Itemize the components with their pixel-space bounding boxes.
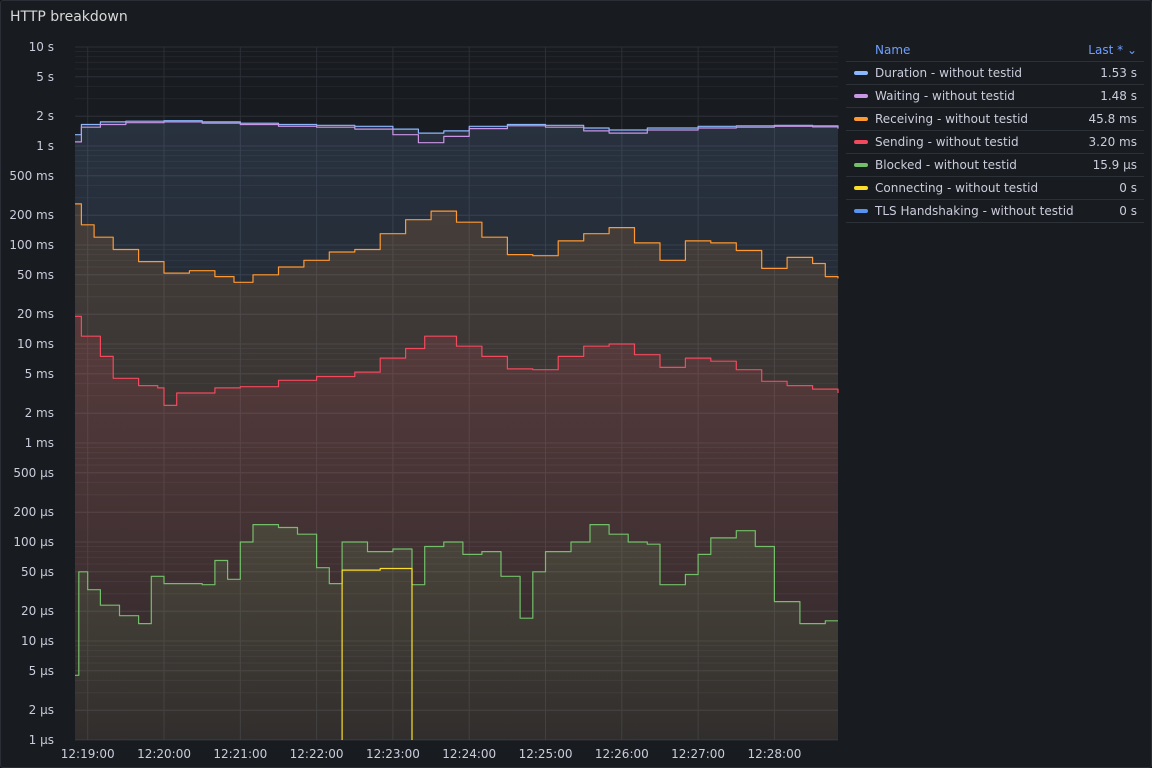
- y-tick-label: 10 ms: [17, 337, 54, 351]
- x-tick-label: 12:22:00: [290, 747, 344, 761]
- series-color-swatch: [854, 163, 868, 167]
- legend-item-last-value: 15.9 µs: [1092, 158, 1137, 172]
- legend-item[interactable]: Duration - without testid 1.53 s: [846, 62, 1144, 85]
- x-tick-label: 12:28:00: [747, 747, 801, 761]
- x-tick-label: 12:25:00: [519, 747, 573, 761]
- y-tick-label: 5 s: [36, 70, 54, 84]
- legend-item-name: Blocked - without testid: [875, 158, 1017, 172]
- y-tick-label: 10 µs: [21, 634, 54, 648]
- x-tick-label: 12:23:00: [366, 747, 420, 761]
- legend-item-name: Receiving - without testid: [875, 112, 1029, 126]
- legend-item[interactable]: Waiting - without testid 1.48 s: [846, 85, 1144, 108]
- chevron-down-icon: ⌄: [1126, 43, 1137, 57]
- legend-item[interactable]: Receiving - without testid 45.8 ms: [846, 108, 1144, 131]
- y-tick-label: 50 ms: [17, 268, 54, 282]
- y-tick-label: 100 µs: [13, 535, 54, 549]
- y-tick-label: 500 ms: [9, 169, 54, 183]
- series-color-swatch: [854, 140, 868, 144]
- y-tick-label: 200 ms: [9, 208, 54, 222]
- legend-item[interactable]: TLS Handshaking - without testid 0 s: [846, 200, 1144, 223]
- x-tick-label: 12:27:00: [671, 747, 725, 761]
- y-tick-label: 500 µs: [13, 466, 54, 480]
- legend-item-last-value: 45.8 ms: [1088, 112, 1137, 126]
- series-color-swatch: [854, 186, 868, 190]
- y-tick-label: 5 µs: [29, 664, 54, 678]
- x-tick-label: 12:24:00: [442, 747, 496, 761]
- y-tick-label: 1 ms: [25, 436, 54, 450]
- y-tick-label: 5 ms: [25, 367, 54, 381]
- legend-item-last-value: 3.20 ms: [1088, 135, 1137, 149]
- x-tick-label: 12:20:00: [137, 747, 191, 761]
- x-tick-label: 12:19:00: [61, 747, 115, 761]
- series-color-swatch: [854, 71, 868, 75]
- legend-item-name: Waiting - without testid: [875, 89, 1015, 103]
- legend-item-last-value: 0 s: [1119, 204, 1137, 218]
- legend-name-header[interactable]: Name: [875, 43, 910, 57]
- y-tick-label: 2 ms: [25, 406, 54, 420]
- legend-item-last-value: 1.48 s: [1100, 89, 1137, 103]
- y-tick-label: 1 s: [36, 139, 54, 153]
- panel-title: HTTP breakdown: [10, 9, 128, 25]
- legend-item-name: Sending - without testid: [875, 135, 1019, 149]
- legend-item-name: Connecting - without testid: [875, 181, 1039, 195]
- y-tick-label: 20 µs: [21, 604, 54, 618]
- y-tick-label: 200 µs: [13, 505, 54, 519]
- legend-item-last-value: 0 s: [1119, 181, 1137, 195]
- legend-item[interactable]: Sending - without testid 3.20 ms: [846, 131, 1144, 154]
- legend-item[interactable]: Connecting - without testid 0 s: [846, 177, 1144, 200]
- legend-item-name: Duration - without testid: [875, 66, 1022, 80]
- y-tick-label: 10 s: [29, 40, 54, 54]
- panel: 10 s 5 s 2 s 1 s 500 ms 200 ms 100 ms 50 ms 20 m…: [0, 0, 1152, 768]
- x-tick-label: 12:21:00: [213, 747, 267, 761]
- legend-item-name: TLS Handshaking - without testid: [875, 204, 1074, 218]
- series-color-swatch: [854, 94, 868, 98]
- x-tick-label: 12:26:00: [595, 747, 649, 761]
- series-color-swatch: [854, 209, 868, 213]
- legend: Name Last * ⌄ Duration - without testid 1…: [846, 39, 1144, 223]
- y-tick-label: 2 µs: [29, 703, 54, 717]
- legend-item-last-value: 1.53 s: [1100, 66, 1137, 80]
- y-tick-label: 50 µs: [21, 565, 54, 579]
- legend-header: Name Last * ⌄: [846, 39, 1144, 62]
- y-tick-label: 2 s: [36, 109, 54, 123]
- series-color-swatch: [854, 117, 868, 121]
- legend-last-sort-header[interactable]: Last * ⌄: [1088, 43, 1137, 57]
- y-tick-label: 100 ms: [9, 238, 54, 252]
- legend-rows: Duration - without testid 1.53 s Waiting -…: [846, 62, 1144, 223]
- y-tick-label: 20 ms: [17, 307, 54, 321]
- legend-item[interactable]: Blocked - without testid 15.9 µs: [846, 154, 1144, 177]
- y-tick-label: 1 µs: [29, 733, 54, 747]
